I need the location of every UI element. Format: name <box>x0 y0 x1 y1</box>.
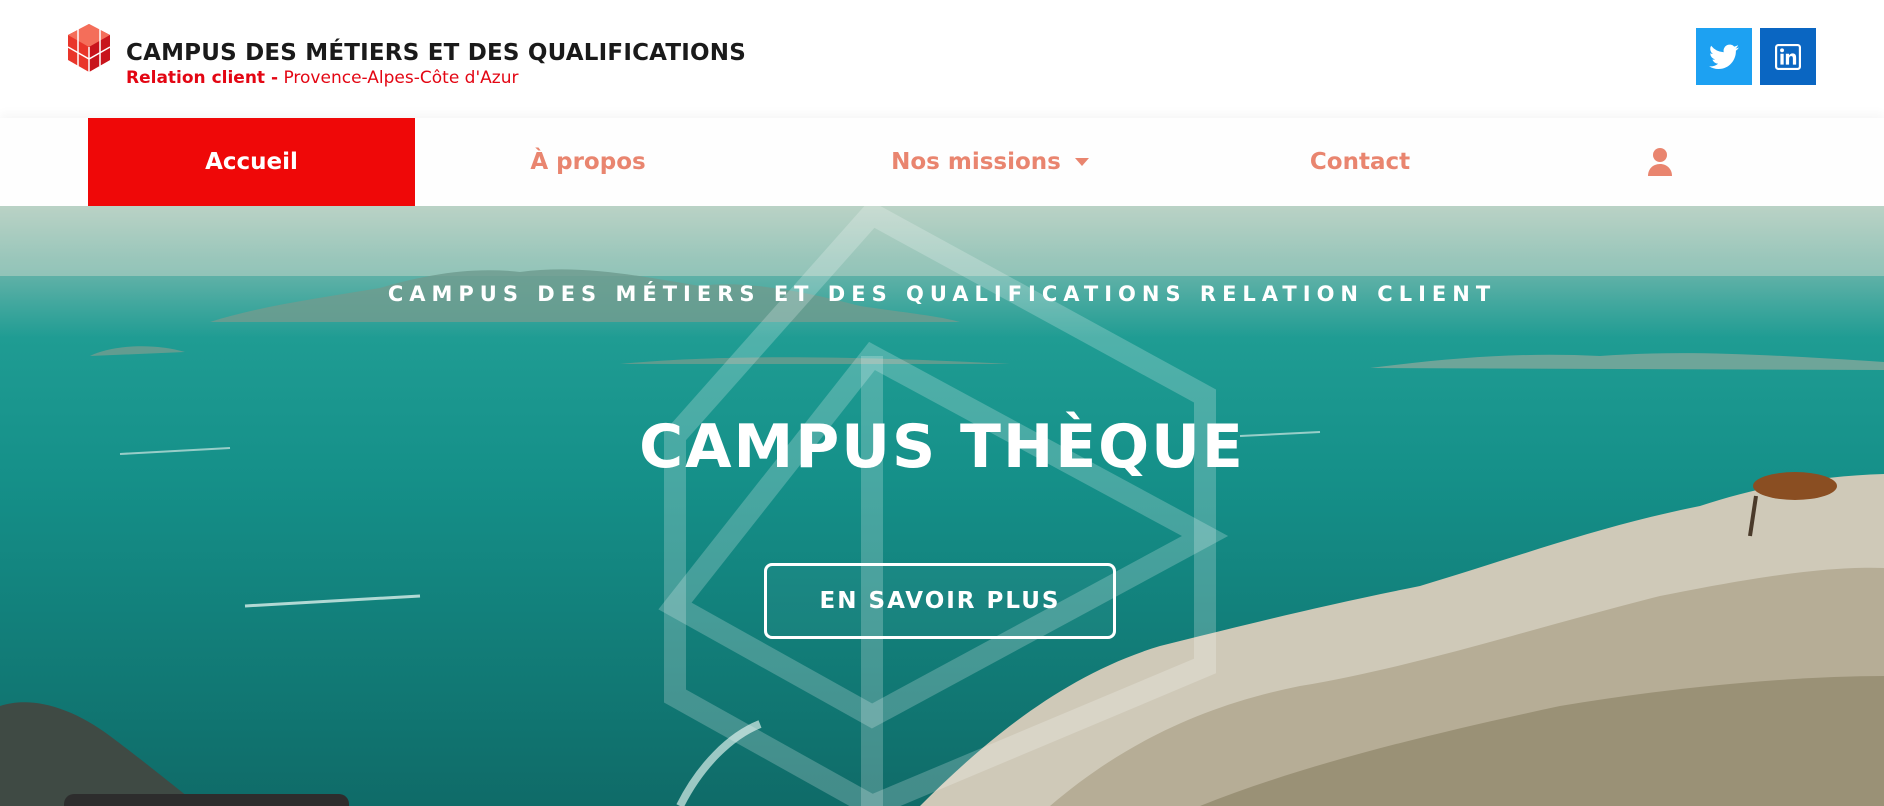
nav-item-nos-missions[interactable]: Nos missions <box>860 118 1120 206</box>
main-nav: Accueil À propos Nos missions Contact <box>0 118 1884 206</box>
nav-item-contact[interactable]: Contact <box>1260 118 1460 206</box>
logo-title: CAMPUS DES MÉTIERS ET DES QUALIFICATIONS <box>126 40 746 66</box>
en-savoir-plus-button[interactable]: EN SAVOIR PLUS <box>764 563 1116 639</box>
nav-label: Nos missions <box>891 149 1061 175</box>
hero-section: CAMPUS DES MÉTIERS ET DES QUALIFICATIONS… <box>0 206 1884 806</box>
twitter-button[interactable] <box>1696 28 1752 85</box>
logo-sub-strong: Relation client - <box>126 68 279 88</box>
logo-sub-region: Provence-Alpes-Côte d'Azur <box>283 68 519 88</box>
nav-label: Accueil <box>205 149 298 175</box>
hero-title: CAMPUS THÈQUE <box>639 412 1245 482</box>
nav-label: Contact <box>1309 149 1411 175</box>
hero-kicker: CAMPUS DES MÉTIERS ET DES QUALIFICATIONS… <box>387 282 1497 306</box>
user-icon <box>1648 148 1672 176</box>
nav-label: À propos <box>530 149 646 175</box>
logo-subtitle: Relation client - Provence-Alpes-Côte d'… <box>126 68 746 88</box>
nav-item-accueil[interactable]: Accueil <box>88 118 415 206</box>
twitter-icon <box>1709 44 1739 69</box>
nav-item-account[interactable] <box>1630 118 1690 206</box>
linkedin-icon <box>1775 43 1801 70</box>
linkedin-button[interactable] <box>1760 28 1816 85</box>
site-header: CAMPUS DES MÉTIERS ET DES QUALIFICATIONS… <box>0 0 1884 118</box>
chevron-down-icon <box>1074 158 1089 166</box>
site-logo[interactable]: CAMPUS DES MÉTIERS ET DES QUALIFICATIONS… <box>64 22 746 94</box>
nav-item-a-propos[interactable]: À propos <box>460 118 716 206</box>
bottom-tab <box>64 794 349 806</box>
logo-cube-icon <box>67 24 111 72</box>
